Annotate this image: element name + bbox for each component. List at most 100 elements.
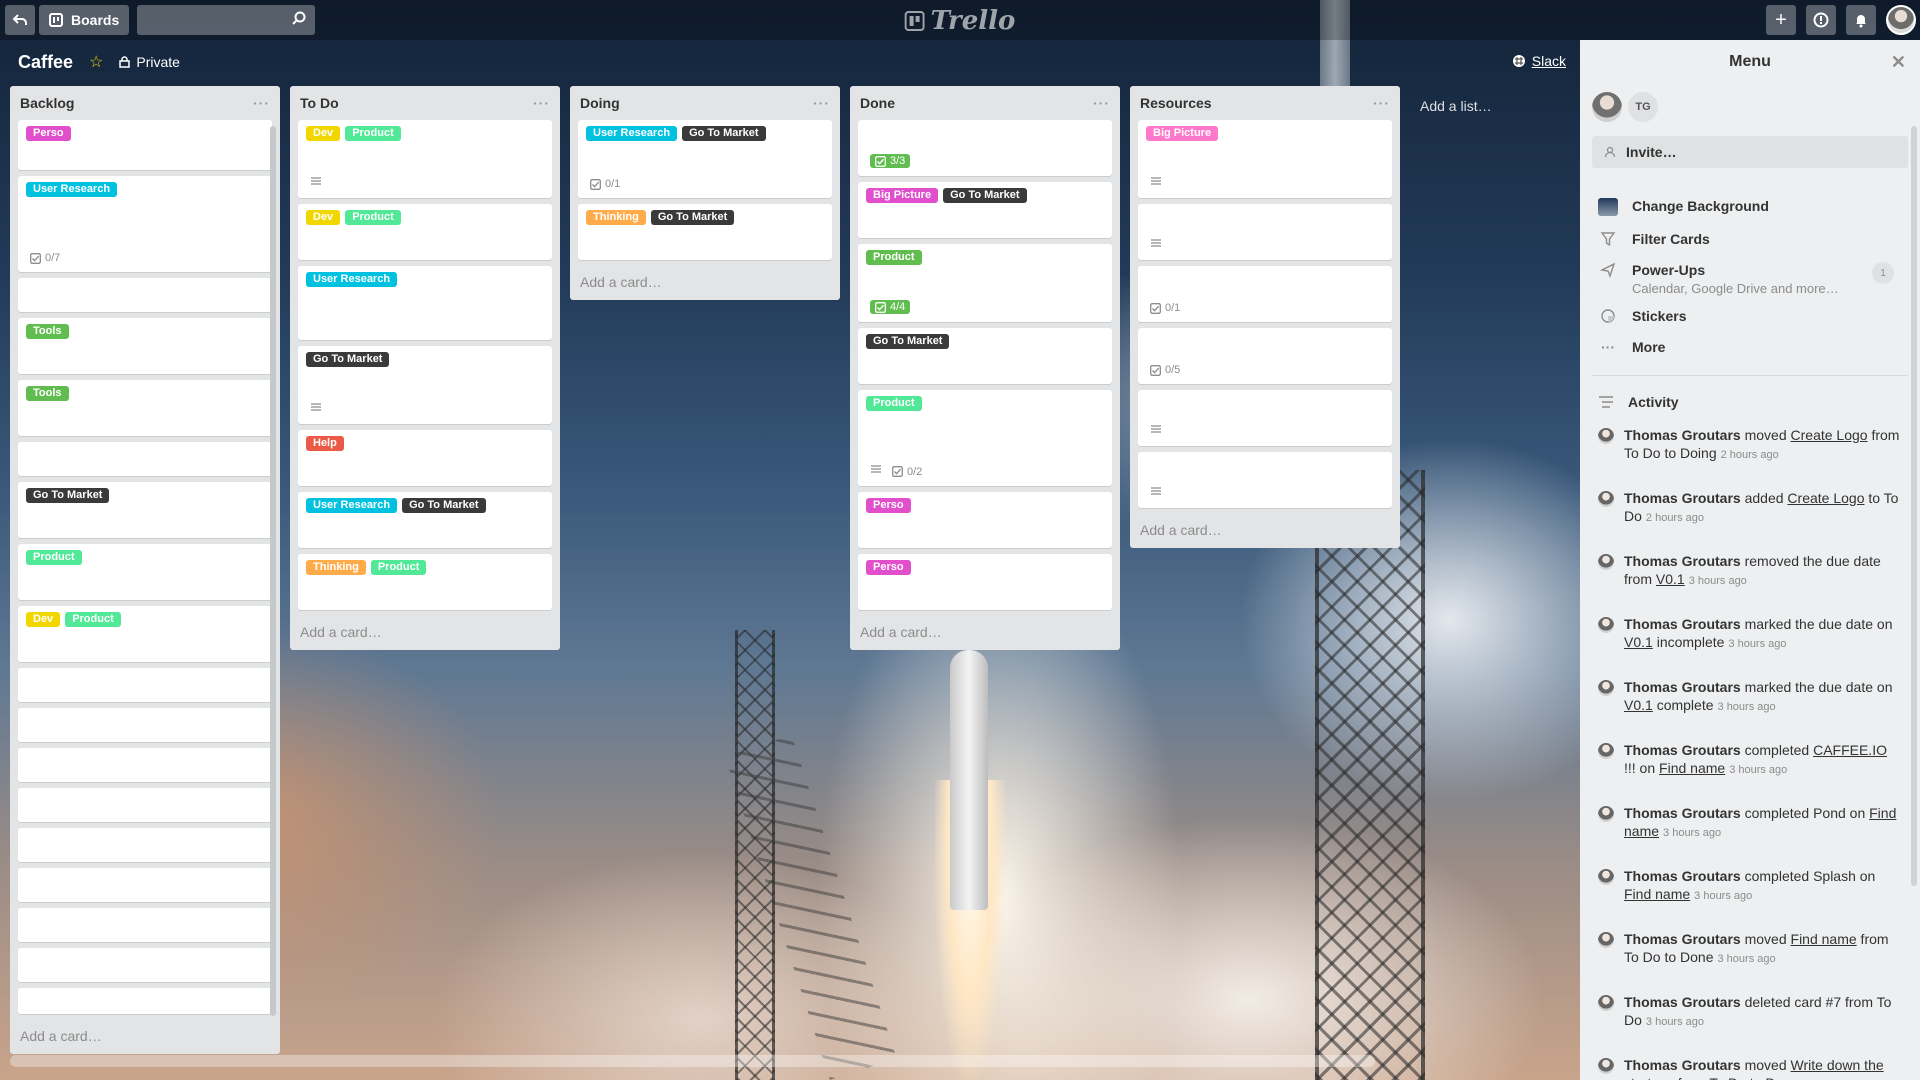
card[interactable]: Help — [298, 430, 552, 486]
card[interactable] — [18, 668, 272, 702]
card[interactable] — [18, 948, 272, 982]
card[interactable]: Go To Market — [18, 482, 272, 538]
menu-scrollbar[interactable] — [1911, 126, 1917, 886]
back-button[interactable] — [5, 5, 35, 35]
board-horizontal-scrollbar[interactable] — [10, 1055, 1375, 1067]
boards-button[interactable]: Boards — [39, 5, 130, 35]
card[interactable] — [1138, 204, 1392, 260]
notifications-button[interactable] — [1846, 5, 1876, 35]
card[interactable]: Dev Product — [298, 204, 552, 260]
member-avatar[interactable] — [1592, 92, 1622, 122]
activity-card-link[interactable]: V0.1 — [1624, 634, 1653, 650]
card[interactable]: User Research Go To Market 0/1 — [578, 120, 832, 198]
activity-user[interactable]: Thomas Groutars — [1624, 994, 1741, 1010]
activity-avatar[interactable] — [1598, 1058, 1614, 1074]
card[interactable] — [1138, 452, 1392, 508]
card[interactable]: Dev Product — [298, 120, 552, 198]
user-avatar[interactable] — [1886, 5, 1916, 35]
list-header[interactable]: To Do ··· — [290, 86, 560, 120]
activity-card-link[interactable]: Create Logo — [1791, 427, 1868, 443]
activity-user[interactable]: Thomas Groutars — [1624, 1057, 1741, 1073]
list-menu-icon[interactable]: ··· — [813, 95, 830, 111]
list-menu-icon[interactable]: ··· — [1093, 95, 1110, 111]
add-card-button[interactable]: Add a card… — [570, 266, 840, 300]
activity-avatar[interactable] — [1598, 869, 1614, 885]
card[interactable] — [18, 442, 272, 476]
list-title[interactable]: Resources — [1140, 95, 1212, 111]
list-title[interactable]: To Do — [300, 95, 339, 111]
card[interactable] — [18, 788, 272, 822]
menu-item-change-background[interactable]: Change Background — [1592, 192, 1908, 225]
card[interactable] — [1138, 390, 1392, 446]
activity-card-link[interactable]: Find name — [1624, 886, 1690, 902]
card[interactable]: Tools — [18, 318, 272, 374]
add-list-button[interactable]: Add a list… — [1420, 98, 1492, 114]
activity-avatar[interactable] — [1598, 806, 1614, 822]
activity-avatar[interactable] — [1598, 743, 1614, 759]
card[interactable]: User Research Go To Market — [298, 492, 552, 548]
list-header[interactable]: Backlog ··· — [10, 86, 280, 120]
add-card-button[interactable]: Add a card… — [1130, 514, 1400, 548]
activity-avatar[interactable] — [1598, 680, 1614, 696]
activity-card-link[interactable]: Find name — [1791, 931, 1857, 947]
list-title[interactable]: Doing — [580, 95, 620, 111]
card[interactable]: Go To Market — [298, 346, 552, 424]
activity-user[interactable]: Thomas Groutars — [1624, 490, 1741, 506]
list-menu-icon[interactable]: ··· — [533, 95, 550, 111]
activity-user[interactable]: Thomas Groutars — [1624, 427, 1741, 443]
card[interactable]: Thinking Go To Market — [578, 204, 832, 260]
slack-link[interactable]: Slack — [1512, 53, 1566, 69]
star-icon[interactable]: ☆ — [89, 52, 103, 72]
activity-avatar[interactable] — [1598, 932, 1614, 948]
menu-item-filter-cards[interactable]: Filter Cards — [1592, 225, 1908, 256]
add-card-button[interactable]: Add a card… — [850, 616, 1120, 650]
activity-user[interactable]: Thomas Groutars — [1624, 616, 1741, 632]
search-icon[interactable] — [291, 11, 307, 27]
menu-item-power-ups[interactable]: Power-Ups Calendar, Google Drive and more… — [1592, 256, 1908, 302]
card[interactable]: User Research 0/7 — [18, 176, 272, 272]
close-icon[interactable]: ✕ — [1891, 52, 1906, 73]
card[interactable] — [18, 828, 272, 862]
board-title[interactable]: Caffee — [18, 52, 73, 73]
activity-user[interactable]: Thomas Groutars — [1624, 868, 1741, 884]
card[interactable]: 3/3 — [858, 120, 1112, 176]
card[interactable] — [18, 278, 272, 312]
card[interactable]: Product — [18, 544, 272, 600]
card[interactable]: 0/1 — [1138, 266, 1392, 322]
activity-card-link[interactable]: V0.1 — [1656, 571, 1685, 587]
card[interactable]: User Research — [298, 266, 552, 340]
activity-avatar[interactable] — [1598, 428, 1614, 444]
card[interactable] — [18, 748, 272, 782]
card[interactable] — [18, 868, 272, 902]
activity-card-link[interactable]: V0.1 — [1624, 697, 1653, 713]
list-menu-icon[interactable]: ··· — [253, 95, 270, 111]
privacy-button[interactable]: Private — [119, 54, 180, 70]
activity-card-link[interactable]: Create Logo — [1787, 490, 1864, 506]
list-header[interactable]: Resources ··· — [1130, 86, 1400, 120]
activity-user[interactable]: Thomas Groutars — [1624, 931, 1741, 947]
menu-item-more[interactable]: ··· More — [1592, 333, 1908, 361]
activity-avatar[interactable] — [1598, 491, 1614, 507]
activity-card-link[interactable]: Find name — [1659, 760, 1725, 776]
card[interactable]: Product 0/2 — [858, 390, 1112, 486]
list-menu-icon[interactable]: ··· — [1373, 95, 1390, 111]
info-button[interactable] — [1806, 5, 1836, 35]
card[interactable] — [18, 708, 272, 742]
card[interactable]: Big Picture — [1138, 120, 1392, 198]
add-card-button[interactable]: Add a card… — [10, 1020, 280, 1054]
card[interactable] — [18, 908, 272, 942]
card[interactable]: Thinking Product — [298, 554, 552, 610]
card[interactable] — [18, 988, 272, 1014]
activity-card-link[interactable]: CAFFEE.IO — [1813, 742, 1887, 758]
activity-user[interactable]: Thomas Groutars — [1624, 742, 1741, 758]
add-card-button[interactable]: Add a card… — [290, 616, 560, 650]
card[interactable]: Tools — [18, 380, 272, 436]
card[interactable]: Product 4/4 — [858, 244, 1112, 322]
activity-avatar[interactable] — [1598, 554, 1614, 570]
card[interactable]: 0/5 — [1138, 328, 1392, 384]
list-header[interactable]: Doing ··· — [570, 86, 840, 120]
card[interactable]: Perso — [858, 554, 1112, 610]
activity-user[interactable]: Thomas Groutars — [1624, 679, 1741, 695]
activity-user[interactable]: Thomas Groutars — [1624, 553, 1741, 569]
activity-user[interactable]: Thomas Groutars — [1624, 805, 1741, 821]
